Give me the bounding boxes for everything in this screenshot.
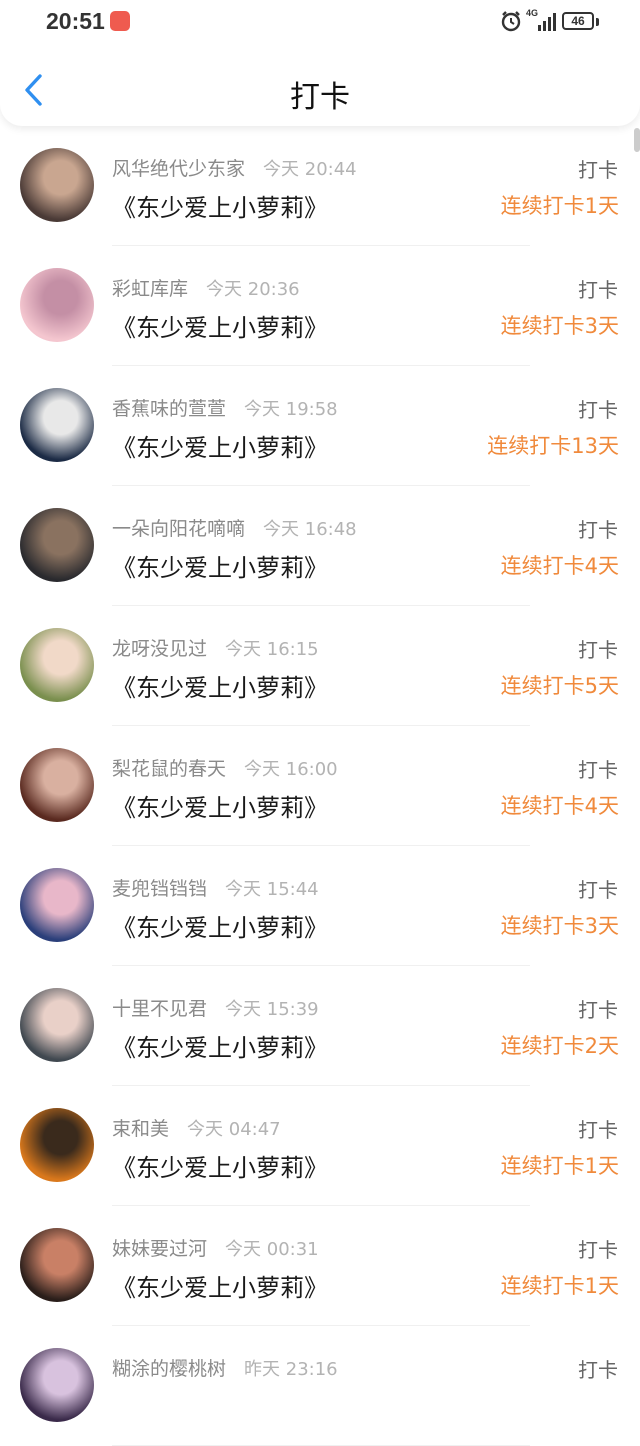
user-name-text: 十里不见君 [112,998,208,1020]
app-notification-icon [110,11,130,31]
user-name-text: 一朵向阳花嘀嘀 [112,518,246,540]
book-title[interactable]: 《东少爱上小萝莉》 [112,548,328,583]
checkin-label: 打卡 [578,518,618,542]
avatar[interactable] [20,988,94,1062]
list-item[interactable]: 麦兜铛铛铛 今天 15:44 《东少爱上小萝莉》 打卡 连续打卡3天 [0,846,640,966]
avatar[interactable] [20,868,94,942]
status-time: 20:51 [46,8,105,34]
checkin-label: 打卡 [578,1238,618,1262]
checkin-label: 打卡 [578,398,618,422]
avatar[interactable] [20,268,94,342]
streak-label: 连续打卡1天 [500,1274,619,1298]
user-name: 糊涂的樱桃树 昨天 23:16 [112,1354,338,1381]
avatar[interactable] [20,1108,94,1182]
list-item[interactable]: 束和美 今天 04:47 《东少爱上小萝莉》 打卡 连续打卡1天 [0,1086,640,1206]
user-name: 麦兜铛铛铛 今天 15:44 [112,874,319,901]
user-name: 一朵向阳花嘀嘀 今天 16:48 [112,514,357,541]
user-name: 束和美 今天 04:47 [112,1114,281,1141]
user-name-text: 彩虹库库 [112,278,189,300]
avatar[interactable] [20,388,94,462]
checkin-label: 打卡 [578,1118,618,1142]
user-name: 妹妹要过河 今天 00:31 [112,1234,319,1261]
checkin-time: 今天 20:44 [263,159,357,180]
list-item[interactable]: 十里不见君 今天 15:39 《东少爱上小萝莉》 打卡 连续打卡2天 [0,966,640,1086]
checkin-time: 今天 15:44 [225,879,319,900]
checkin-label: 打卡 [578,638,618,662]
user-name: 风华绝代少东家 今天 20:44 [112,154,357,181]
checkin-time: 今天 15:39 [225,999,319,1020]
checkin-label: 打卡 [578,758,618,782]
checkin-label: 打卡 [578,1358,618,1382]
streak-label: 连续打卡5天 [500,674,619,698]
user-name-text: 梨花鼠的春天 [112,758,227,780]
status-bar: 20:51 4G 46 [0,0,640,44]
user-name: 彩虹库库 今天 20:36 [112,274,300,301]
checkin-label: 打卡 [578,158,618,182]
list-item[interactable]: 风华绝代少东家 今天 20:44 《东少爱上小萝莉》 打卡 连续打卡1天 [0,126,640,246]
book-title[interactable]: 《东少爱上小萝莉》 [112,908,328,943]
battery-indicator: 46 [562,12,594,30]
checkin-time: 今天 16:48 [263,519,357,540]
checkin-time: 今天 20:36 [206,279,300,300]
user-name: 香蕉味的萱萱 今天 19:58 [112,394,338,421]
book-title[interactable]: 《东少爱上小萝莉》 [112,1268,328,1303]
avatar[interactable] [20,1228,94,1302]
user-name-text: 香蕉味的萱萱 [112,398,227,420]
user-name: 梨花鼠的春天 今天 16:00 [112,754,338,781]
avatar[interactable] [20,1348,94,1422]
checkin-time: 今天 16:00 [244,759,338,780]
signal-strength-icon [538,13,556,31]
list-item[interactable]: 彩虹库库 今天 20:36 《东少爱上小萝莉》 打卡 连续打卡3天 [0,246,640,366]
book-title[interactable]: 《东少爱上小萝莉》 [112,1028,328,1063]
user-name: 十里不见君 今天 15:39 [112,994,319,1021]
avatar[interactable] [20,628,94,702]
streak-label: 连续打卡3天 [500,314,619,338]
avatar[interactable] [20,748,94,822]
checkin-list: 风华绝代少东家 今天 20:44 《东少爱上小萝莉》 打卡 连续打卡1天 彩虹库库… [0,126,640,1446]
battery-tip-icon [596,18,599,26]
alarm-clock-icon [501,11,521,32]
checkin-time: 今天 16:15 [225,639,319,660]
book-title[interactable]: 《东少爱上小萝莉》 [112,788,328,823]
book-title[interactable]: 《东少爱上小萝莉》 [112,308,328,343]
book-title[interactable]: 《东少爱上小萝莉》 [112,188,328,223]
streak-label: 连续打卡4天 [500,794,619,818]
checkin-time: 今天 04:47 [187,1119,281,1140]
checkin-label: 打卡 [578,878,618,902]
user-name-text: 糊涂的樱桃树 [112,1358,227,1380]
list-item[interactable]: 梨花鼠的春天 今天 16:00 《东少爱上小萝莉》 打卡 连续打卡4天 [0,726,640,846]
user-name-text: 妹妹要过河 [112,1238,208,1260]
book-title[interactable]: 《东少爱上小萝莉》 [112,1148,328,1183]
streak-label: 连续打卡1天 [500,194,619,218]
checkin-label: 打卡 [578,998,618,1022]
streak-label: 连续打卡1天 [500,1154,619,1178]
user-name-text: 麦兜铛铛铛 [112,878,208,900]
checkin-time: 今天 19:58 [244,399,338,420]
user-name-text: 束和美 [112,1118,170,1140]
avatar[interactable] [20,148,94,222]
page-title: 打卡 [290,80,350,115]
user-name-text: 龙呀没见过 [112,638,208,660]
avatar[interactable] [20,508,94,582]
app-header: 20:51 4G 46 打卡 [0,0,640,126]
book-title[interactable]: 《东少爱上小萝莉》 [112,428,328,463]
list-item[interactable]: 龙呀没见过 今天 16:15 《东少爱上小萝莉》 打卡 连续打卡5天 [0,606,640,726]
streak-label: 连续打卡2天 [500,1034,619,1058]
list-item[interactable]: 香蕉味的萱萱 今天 19:58 《东少爱上小萝莉》 打卡 连续打卡13天 [0,366,640,486]
list-item[interactable]: 妹妹要过河 今天 00:31 《东少爱上小萝莉》 打卡 连续打卡1天 [0,1206,640,1326]
network-type: 4G [526,8,539,18]
checkin-label: 打卡 [578,278,618,302]
scrollbar[interactable] [634,128,640,152]
list-item[interactable]: 糊涂的樱桃树 昨天 23:16 打卡 [0,1326,640,1446]
streak-label: 连续打卡13天 [487,434,619,458]
book-title[interactable]: 《东少爱上小萝莉》 [112,668,328,703]
user-name: 龙呀没见过 今天 16:15 [112,634,319,661]
checkin-time: 今天 00:31 [225,1239,319,1260]
streak-label: 连续打卡3天 [500,914,619,938]
checkin-time: 昨天 23:16 [244,1359,338,1380]
list-item[interactable]: 一朵向阳花嘀嘀 今天 16:48 《东少爱上小萝莉》 打卡 连续打卡4天 [0,486,640,606]
streak-label: 连续打卡4天 [500,554,619,578]
user-name-text: 风华绝代少东家 [112,158,246,180]
